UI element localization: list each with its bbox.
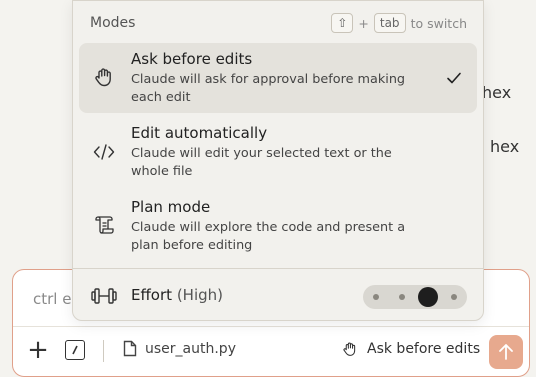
popup-divider: [73, 268, 483, 269]
hand-icon: [92, 65, 116, 89]
send-button[interactable]: [489, 335, 523, 369]
mode-plan[interactable]: Plan mode Claude will explore the code a…: [79, 191, 477, 261]
scroll-icon: [92, 213, 116, 237]
arrow-up-icon: [499, 344, 513, 360]
mode-chip-label: Ask before edits: [367, 341, 481, 357]
mode-description: Claude will explore the code and present…: [131, 220, 406, 253]
shortcut-suffix: to switch: [410, 15, 467, 31]
mode-ask-before-edits[interactable]: Ask before edits Claude will ask for app…: [79, 43, 477, 113]
mode-name: Plan mode: [131, 198, 211, 216]
mode-description: Claude will ask for approval before maki…: [131, 72, 406, 105]
hand-icon: [343, 342, 356, 356]
file-icon: [123, 340, 137, 357]
mode-name: Edit automatically: [131, 124, 268, 142]
code-icon: [92, 140, 116, 164]
effort-level: (High): [176, 286, 224, 304]
mode-description: Claude will edit your selected text or t…: [131, 146, 392, 179]
background-text-2: hex: [490, 137, 520, 156]
dumbbell-icon: [91, 285, 117, 311]
popup-title: Modes: [90, 15, 136, 31]
shortcut-plus: +: [358, 15, 369, 31]
effort-slider[interactable]: [363, 285, 467, 309]
checkmark-icon: [447, 72, 461, 84]
add-attachment-button[interactable]: +: [25, 337, 51, 363]
file-chip[interactable]: user_auth.py: [123, 340, 236, 357]
composer-toolbar: + user_auth.py Ask before edits: [13, 328, 529, 376]
mode-edit-automatically[interactable]: Edit automatically Claude will edit your…: [79, 117, 477, 187]
mode-selector-button[interactable]: Ask before edits: [341, 340, 480, 358]
effort-slider-step: [451, 294, 457, 300]
effort-label: Effort (High): [131, 286, 223, 304]
effort-label-text: Effort: [131, 286, 173, 304]
shift-key: ⇧: [331, 13, 354, 33]
mode-name: Ask before edits: [131, 50, 253, 68]
effort-slider-thumb[interactable]: [418, 287, 438, 307]
effort-slider-step: [399, 294, 405, 300]
switch-shortcut-hint: ⇧ + tab to switch: [331, 13, 467, 33]
effort-slider-step: [373, 294, 379, 300]
slash-icon: [72, 345, 78, 355]
modes-popup: Modes ⇧ + tab to switch Ask before edits…: [72, 0, 484, 321]
slash-command-button[interactable]: [65, 340, 85, 360]
effort-row: Effort (High): [73, 271, 483, 321]
composer-input[interactable]: ctrl e: [33, 290, 71, 308]
toolbar-divider: [103, 340, 104, 362]
file-name: user_auth.py: [145, 340, 236, 357]
tab-key: tab: [373, 13, 406, 33]
background-text-1: hex: [482, 83, 512, 102]
composer-divider: [13, 326, 529, 327]
